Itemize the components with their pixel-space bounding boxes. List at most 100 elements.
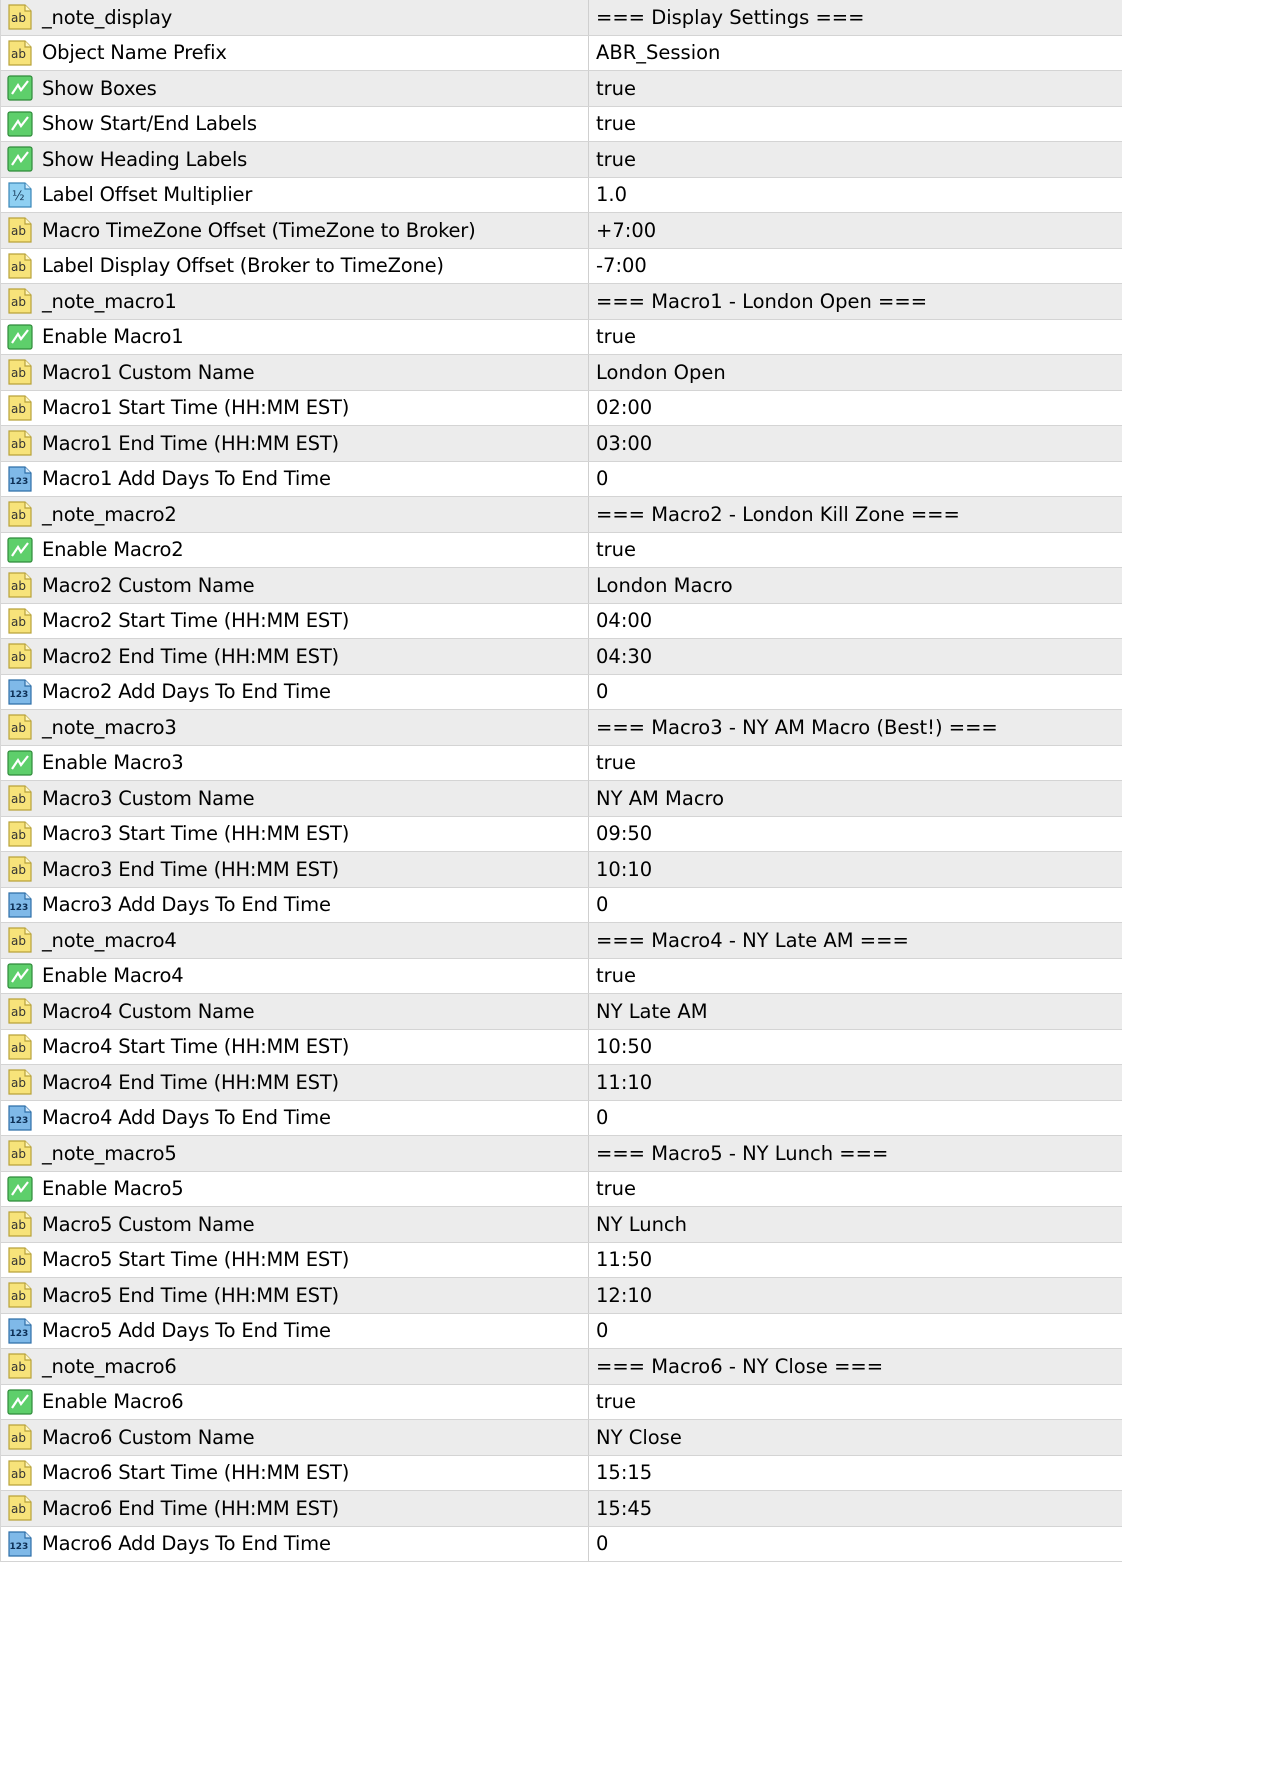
property-value[interactable]: NY Lunch [589,1207,1122,1242]
property-row[interactable]: ab Macro2 End Time (HH:MM EST) 04:30 [1,639,1122,675]
bool-toggle-icon [7,1176,33,1202]
property-row[interactable]: ab Macro3 Custom Name NY AM Macro [1,781,1122,817]
property-row[interactable]: ab Macro2 Start Time (HH:MM EST) 04:00 [1,603,1122,639]
property-value[interactable]: London Macro [589,568,1122,603]
property-value[interactable]: === Macro6 - NY Close === [589,1349,1122,1384]
property-value[interactable]: true [589,142,1122,177]
property-value[interactable]: 09:50 [589,817,1122,852]
property-value[interactable]: NY Close [589,1420,1122,1455]
property-row[interactable]: ab Macro1 Custom Name London Open [1,355,1122,391]
property-name-cell: 123 Macro4 Add Days To End Time [1,1100,589,1135]
property-row[interactable]: Show Heading Labels true [1,142,1122,178]
property-row[interactable]: 123 Macro3 Add Days To End Time 0 [1,887,1122,923]
property-value[interactable]: 12:10 [589,1278,1122,1313]
property-value[interactable]: true [589,1172,1122,1207]
property-row[interactable]: 123 Macro6 Add Days To End Time 0 [1,1526,1122,1562]
property-row[interactable]: ab _note_macro2 === Macro2 - London Kill Z… [1,497,1122,533]
property-name: Macro2 Start Time (HH:MM EST) [42,609,350,633]
property-value[interactable]: 04:00 [589,604,1122,639]
property-row[interactable]: ab Macro2 Custom Name London Macro [1,568,1122,604]
property-value[interactable]: 10:10 [589,852,1122,887]
property-row[interactable]: ab _note_macro6 === Macro6 - NY Close === [1,1349,1122,1385]
property-value[interactable]: true [589,959,1122,994]
property-row[interactable]: Enable Macro2 true [1,532,1122,568]
property-row[interactable]: 123 Macro4 Add Days To End Time 0 [1,1100,1122,1136]
property-value[interactable]: === Macro5 - NY Lunch === [589,1136,1122,1171]
property-value[interactable]: true [589,320,1122,355]
property-value[interactable]: 0 [589,1527,1122,1562]
property-row[interactable]: 123 Macro5 Add Days To End Time 0 [1,1313,1122,1349]
property-row[interactable]: ab Macro5 End Time (HH:MM EST) 12:10 [1,1278,1122,1314]
property-row[interactable]: ab Macro5 Custom Name NY Lunch [1,1207,1122,1243]
property-value[interactable]: true [589,533,1122,568]
property-value[interactable]: 0 [589,462,1122,497]
property-value[interactable]: 04:30 [589,639,1122,674]
property-row[interactable]: ab _note_macro5 === Macro5 - NY Lunch === [1,1136,1122,1172]
property-name-cell: ab Label Display Offset (Broker to TimeZo… [1,248,589,283]
property-row[interactable]: ab _note_macro1 === Macro1 - London Open =… [1,284,1122,320]
property-row[interactable]: ab _note_macro3 === Macro3 - NY AM Macro (… [1,710,1122,746]
property-value[interactable]: NY AM Macro [589,781,1122,816]
property-value[interactable]: 1.0 [589,178,1122,213]
property-value[interactable]: true [589,746,1122,781]
svg-text:123: 123 [10,903,29,913]
property-value[interactable]: === Macro4 - NY Late AM === [589,923,1122,958]
property-value[interactable]: 0 [589,1101,1122,1136]
property-name: Show Boxes [42,76,157,100]
property-value[interactable]: London Open [589,355,1122,390]
property-row[interactable]: 123 Macro1 Add Days To End Time 0 [1,461,1122,497]
property-name: _note_macro4 [42,928,177,952]
property-name: Macro4 Custom Name [42,999,255,1023]
property-row[interactable]: Show Start/End Labels true [1,106,1122,142]
property-row[interactable]: ab Macro5 Start Time (HH:MM EST) 11:50 [1,1242,1122,1278]
property-row[interactable]: ab Macro4 Custom Name NY Late AM [1,994,1122,1030]
property-value[interactable]: 11:10 [589,1065,1122,1100]
property-value[interactable]: 0 [589,888,1122,923]
property-row[interactable]: ab Macro4 Start Time (HH:MM EST) 10:50 [1,1029,1122,1065]
property-value[interactable]: 15:15 [589,1456,1122,1491]
property-row[interactable]: ab Label Display Offset (Broker to TimeZo… [1,248,1122,284]
property-row[interactable]: ab Macro TimeZone Offset (TimeZone to Bro… [1,213,1122,249]
property-row[interactable]: Show Boxes true [1,71,1122,107]
property-value[interactable]: 02:00 [589,391,1122,426]
property-row[interactable]: ½ Label Offset Multiplier 1.0 [1,177,1122,213]
property-value[interactable]: === Macro1 - London Open === [589,284,1122,319]
property-row[interactable]: 123 Macro2 Add Days To End Time 0 [1,674,1122,710]
property-value[interactable]: === Macro2 - London Kill Zone === [589,497,1122,532]
property-value[interactable]: === Display Settings === [589,0,1122,35]
property-row[interactable]: ab Macro6 Start Time (HH:MM EST) 15:15 [1,1455,1122,1491]
property-value[interactable]: 03:00 [589,426,1122,461]
property-value[interactable]: NY Late AM [589,994,1122,1029]
svg-text:ab: ab [11,508,26,522]
property-value[interactable]: 15:45 [589,1491,1122,1526]
property-value[interactable]: ABR_Session [589,36,1122,71]
property-value[interactable]: true [589,71,1122,106]
property-value[interactable]: -7:00 [589,249,1122,284]
property-value[interactable]: 0 [589,675,1122,710]
property-name: Macro6 End Time (HH:MM EST) [42,1496,339,1520]
property-row[interactable]: ab Macro3 Start Time (HH:MM EST) 09:50 [1,816,1122,852]
property-value[interactable]: +7:00 [589,213,1122,248]
property-value[interactable]: 10:50 [589,1030,1122,1065]
property-row[interactable]: Enable Macro4 true [1,958,1122,994]
property-row[interactable]: ab Macro4 End Time (HH:MM EST) 11:10 [1,1065,1122,1101]
property-row[interactable]: ab Macro6 Custom Name NY Close [1,1420,1122,1456]
svg-text:ab: ab [11,260,26,274]
property-value[interactable]: 0 [589,1314,1122,1349]
property-row[interactable]: ab _note_macro4 === Macro4 - NY Late AM ==… [1,923,1122,959]
property-value[interactable]: true [589,107,1122,142]
property-row[interactable]: Enable Macro5 true [1,1171,1122,1207]
property-value[interactable]: === Macro3 - NY AM Macro (Best!) === [589,710,1122,745]
property-row[interactable]: ab Macro3 End Time (HH:MM EST) 10:10 [1,852,1122,888]
property-row[interactable]: ab _note_display === Display Settings === [1,0,1122,36]
property-value[interactable]: true [589,1385,1122,1420]
property-row[interactable]: ab Macro6 End Time (HH:MM EST) 15:45 [1,1491,1122,1527]
property-row[interactable]: Enable Macro1 true [1,319,1122,355]
property-row[interactable]: Enable Macro6 true [1,1384,1122,1420]
property-row[interactable]: Enable Macro3 true [1,745,1122,781]
property-row[interactable]: ab Macro1 Start Time (HH:MM EST) 02:00 [1,390,1122,426]
svg-text:ab: ab [11,11,26,25]
property-row[interactable]: ab Macro1 End Time (HH:MM EST) 03:00 [1,426,1122,462]
property-row[interactable]: ab Object Name Prefix ABR_Session [1,35,1122,71]
property-value[interactable]: 11:50 [589,1243,1122,1278]
